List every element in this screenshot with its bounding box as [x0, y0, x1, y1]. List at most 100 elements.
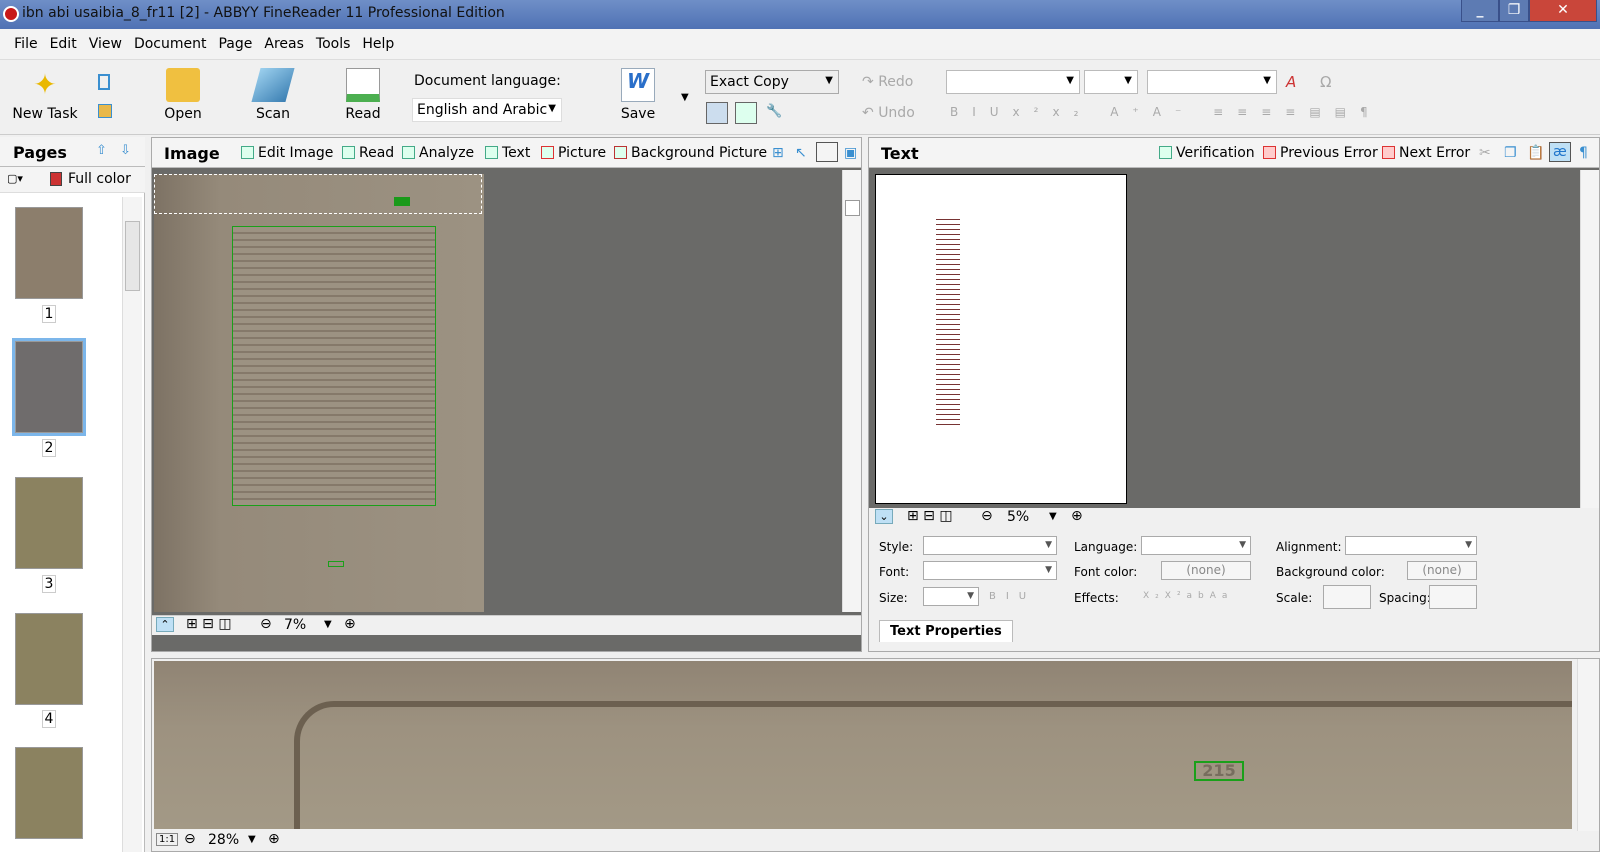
text-scrollbar[interactable] [1580, 170, 1599, 508]
image-scrollbar[interactable] [842, 170, 861, 612]
analyze-button[interactable]: Analyze [402, 145, 474, 161]
page-thumbnail-4[interactable] [15, 613, 83, 705]
select-pointer-icon[interactable]: ↖ [795, 145, 807, 161]
image-zoom-value[interactable]: 7% [284, 617, 306, 633]
image-view-toggle-icon[interactable] [706, 102, 728, 124]
pages-scrollbar[interactable] [122, 197, 142, 852]
fit-page-icon[interactable]: ⊞ ⊟ ◫ [907, 508, 953, 524]
close-button[interactable]: ✕ [1529, 0, 1597, 22]
save-mode-select[interactable]: Exact Copy [705, 70, 839, 94]
delete-area-icon[interactable]: ▣ [844, 145, 857, 161]
next-error-button[interactable]: Next Error [1382, 145, 1470, 161]
font-color-icon[interactable]: A [1286, 73, 1296, 91]
thumbnail-view-dropdown[interactable]: ▢▾ [7, 172, 23, 185]
text-area-button[interactable]: Text [485, 145, 530, 161]
special-char-icon[interactable]: Ω [1320, 73, 1331, 91]
verification-button[interactable]: Verification [1159, 145, 1255, 161]
font-field[interactable] [923, 561, 1057, 580]
fit-page-icon[interactable]: ⊞ ⊟ ◫ [186, 616, 232, 632]
cut-icon[interactable]: ✂ [1479, 145, 1491, 161]
text-zoom-value[interactable]: 5% [1007, 509, 1029, 525]
style-select[interactable] [946, 70, 1080, 94]
page-thumbnail-5[interactable] [15, 747, 83, 839]
selection-tool-icon[interactable] [816, 142, 838, 162]
zoom-scrollbar[interactable] [1577, 659, 1599, 831]
move-down-icon[interactable]: ⇩ [120, 143, 131, 158]
zoom-pane-zoom-value[interactable]: 28% [208, 832, 239, 848]
language-label: Language: [1074, 540, 1138, 554]
previous-error-button[interactable]: Previous Error [1263, 145, 1378, 161]
background-color-field[interactable]: (none) [1407, 561, 1477, 580]
save-button[interactable]: W Save [610, 68, 666, 122]
paste-icon[interactable]: 📋 [1527, 145, 1544, 161]
new-document-icon[interactable] [98, 74, 110, 90]
zoom-out-icon[interactable]: ⊖ [260, 616, 272, 632]
table-area-icon[interactable]: ⊞ [772, 145, 784, 161]
maximize-button[interactable]: ❐ [1499, 0, 1529, 22]
copy-icon[interactable]: ❐ [1504, 145, 1517, 161]
selected-area-header[interactable] [154, 174, 482, 214]
tab-text-properties[interactable]: Text Properties [879, 620, 1013, 642]
page-thumbnail-2-selected[interactable] [12, 338, 86, 436]
menu-help[interactable]: Help [356, 29, 400, 52]
wrench-icon[interactable]: 🔧 [766, 104, 782, 119]
read-button[interactable]: Read [335, 68, 391, 122]
zoom-in-icon[interactable]: ⊕ [268, 831, 280, 847]
collapse-pane-button[interactable]: ⌄ [875, 509, 893, 524]
move-up-icon[interactable]: ⇧ [96, 143, 107, 158]
actual-size-button[interactable]: 1:1 [156, 833, 179, 846]
page-thumbnail-1[interactable] [15, 207, 83, 299]
spacing-field[interactable] [1429, 585, 1477, 609]
spell-check-toggle[interactable]: æ [1549, 142, 1571, 162]
save-dropdown-arrow[interactable]: ▼ [681, 92, 689, 103]
zoom-in-icon[interactable]: ⊕ [344, 616, 356, 632]
background-picture-button[interactable]: Background Picture [614, 145, 767, 161]
menu-document[interactable]: Document [128, 29, 213, 52]
format-buttons-icon[interactable]: BIUx²x₂ A⁺A⁻ ≡≡≡≡▤▤¶ [950, 105, 1382, 119]
document-language-select[interactable]: English and Arabic [412, 98, 562, 122]
picture-area-button[interactable]: Picture [541, 145, 606, 161]
open-button[interactable]: Open [155, 68, 211, 122]
zoom-dropdown-arrow[interactable]: ▼ [324, 619, 332, 630]
font-size-select[interactable] [1084, 70, 1138, 94]
language-field[interactable] [1141, 536, 1251, 555]
menu-areas[interactable]: Areas [258, 29, 310, 52]
size-field[interactable] [923, 587, 979, 606]
text-view-toggle-icon[interactable] [735, 102, 757, 124]
font-color-field[interactable]: (none) [1161, 561, 1251, 580]
menu-edit[interactable]: Edit [44, 29, 83, 52]
page-thumbnail-3[interactable] [15, 477, 83, 569]
zoom-dropdown-arrow[interactable]: ▼ [1049, 511, 1057, 522]
menu-file[interactable]: File [8, 29, 43, 52]
new-task-button[interactable]: ✦ New Task [10, 68, 80, 122]
redo-button[interactable]: ↷ Redo [862, 74, 913, 90]
bold-italic-underline-icon[interactable]: BIU [989, 591, 1036, 602]
full-color-button[interactable]: Full color [68, 171, 131, 187]
page-number-area[interactable] [328, 561, 344, 567]
menu-page[interactable]: Page [212, 29, 258, 52]
text-area-block[interactable] [232, 226, 436, 506]
scan-button[interactable]: Scan [245, 68, 301, 122]
zoom-out-icon[interactable]: ⊖ [981, 508, 993, 524]
scale-field[interactable] [1323, 585, 1371, 609]
main-toolbar: ✦ New Task Open Scan Read Document langua… [0, 59, 1600, 135]
menu-view[interactable]: View [83, 29, 128, 52]
open-folder-small-icon[interactable] [98, 104, 112, 118]
expand-pane-button[interactable]: ⌃ [156, 617, 174, 632]
picture-area-marker[interactable] [394, 197, 410, 206]
alignment-field[interactable] [1345, 536, 1477, 555]
effects-icons[interactable]: X₂X²abAa [1143, 591, 1233, 601]
page-number-area[interactable]: 215 [1194, 761, 1244, 781]
undo-button[interactable]: ↶ Undo [862, 105, 915, 121]
color-mode-icon [50, 172, 62, 186]
zoom-in-icon[interactable]: ⊕ [1071, 508, 1083, 524]
menu-tools[interactable]: Tools [310, 29, 357, 52]
edit-image-button[interactable]: Edit Image [241, 145, 333, 161]
read-page-button[interactable]: Read [342, 145, 394, 161]
pilcrow-icon[interactable]: ¶ [1579, 145, 1588, 161]
minimize-button[interactable]: _ [1461, 0, 1499, 22]
style-field[interactable] [923, 536, 1057, 555]
font-select[interactable] [1147, 70, 1277, 94]
zoom-out-icon[interactable]: ⊖ [184, 831, 196, 847]
zoom-dropdown-arrow[interactable]: ▼ [248, 834, 256, 845]
